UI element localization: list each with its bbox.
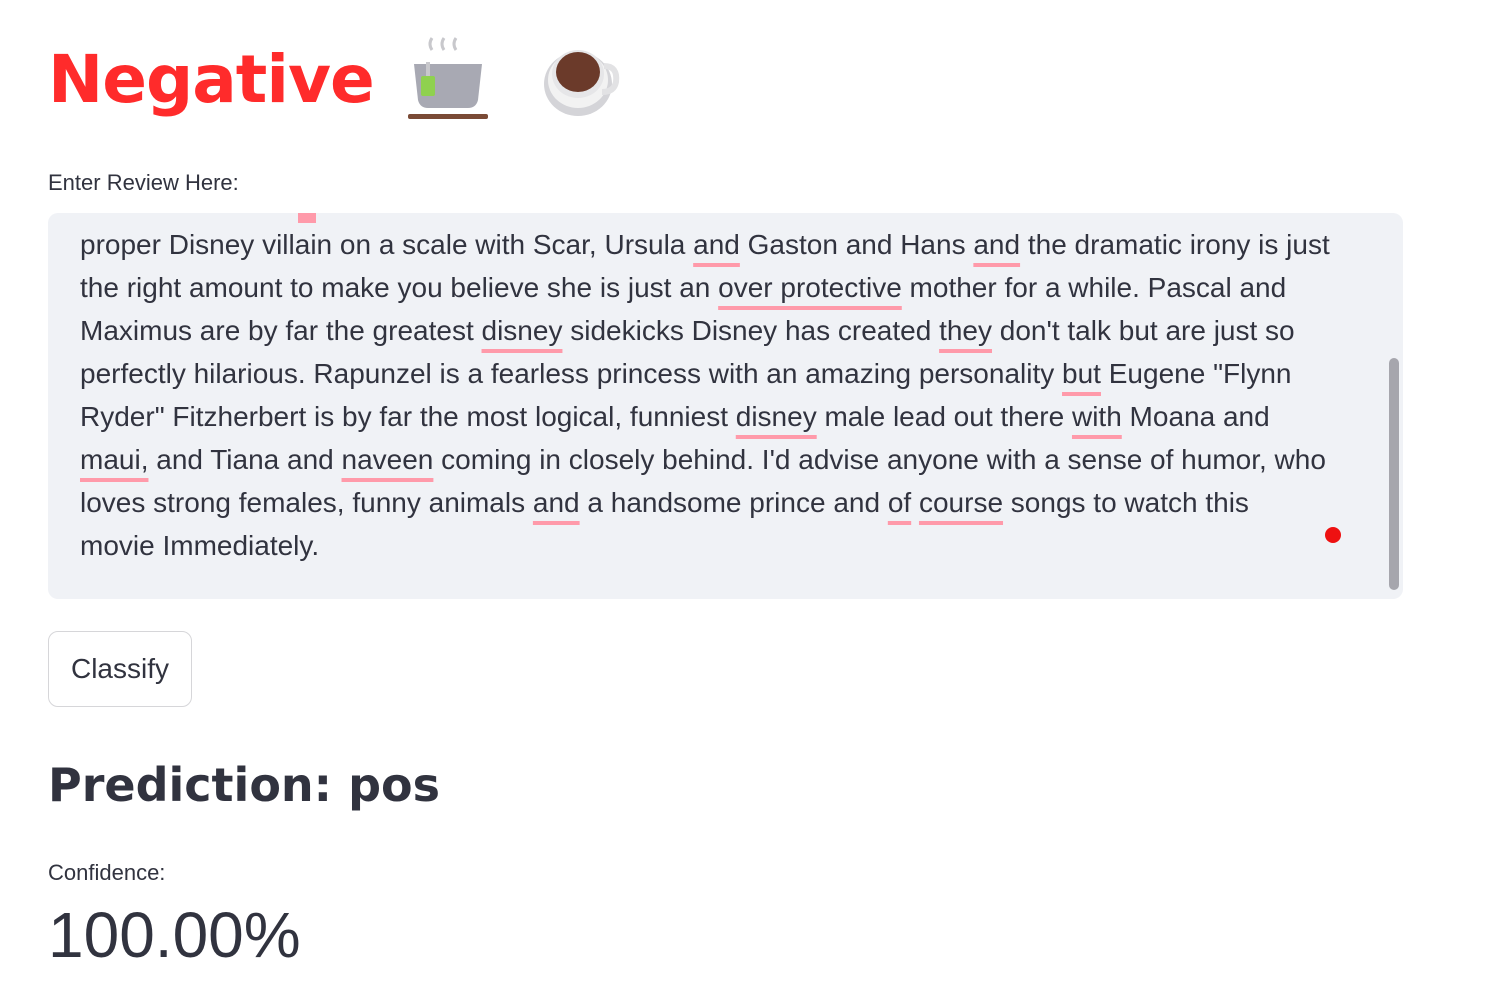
review-line: proper Disney villain on a scale with Sc…	[80, 229, 1330, 260]
confidence-label: Confidence:	[48, 860, 166, 885]
review-line: movie Immediately.	[80, 530, 320, 561]
review-line: the right amount to make you believe she…	[80, 272, 1287, 303]
spellcheck-word[interactable]: but	[1062, 358, 1101, 389]
review-textarea[interactable]: proper Disney villain on a scale with Sc…	[48, 213, 1403, 599]
review-text[interactable]: proper Disney villain on a scale with Sc…	[80, 223, 1375, 567]
mouse-cursor-dot	[1325, 527, 1341, 543]
review-line: loves strong females, funny animals and …	[80, 487, 1249, 518]
spellcheck-word[interactable]: they	[939, 315, 992, 346]
spellcheck-word[interactable]: disney	[482, 315, 563, 346]
spellcheck-word[interactable]: and	[533, 487, 580, 518]
coffee-icon	[542, 36, 622, 124]
review-line: Ryder" Fitzherbert is by far the most lo…	[80, 401, 1270, 432]
confidence-value: 100.00%	[48, 899, 301, 971]
spellcheck-word[interactable]: of	[888, 487, 911, 518]
spellcheck-word[interactable]: course	[919, 487, 1003, 518]
textarea-scrollbar[interactable]	[1389, 358, 1399, 590]
classify-button[interactable]: Classify	[48, 631, 192, 707]
spellcheck-word[interactable]: and	[693, 229, 740, 260]
spellcheck-word[interactable]: and	[973, 229, 1020, 260]
review-label: Enter Review Here:	[48, 170, 239, 195]
spell-underline-fragment	[298, 213, 316, 223]
spellcheck-word[interactable]: disney	[736, 401, 817, 432]
spellcheck-word[interactable]: with	[1072, 401, 1122, 432]
spellcheck-word[interactable]: maui,	[80, 444, 148, 475]
review-line: maui, and Tiana and naveen coming in clo…	[80, 444, 1326, 475]
review-line: perfectly hilarious. Rapunzel is a fearl…	[80, 358, 1292, 389]
spellcheck-word[interactable]: over protective	[718, 272, 902, 303]
tea-icon	[407, 36, 492, 124]
prediction-heading: Prediction: pos	[48, 758, 440, 812]
header: Negative	[48, 30, 622, 130]
review-line: Maximus are by far the greatest disney s…	[80, 315, 1295, 346]
page-title: Negative	[48, 41, 375, 118]
spellcheck-word[interactable]: naveen	[342, 444, 434, 475]
